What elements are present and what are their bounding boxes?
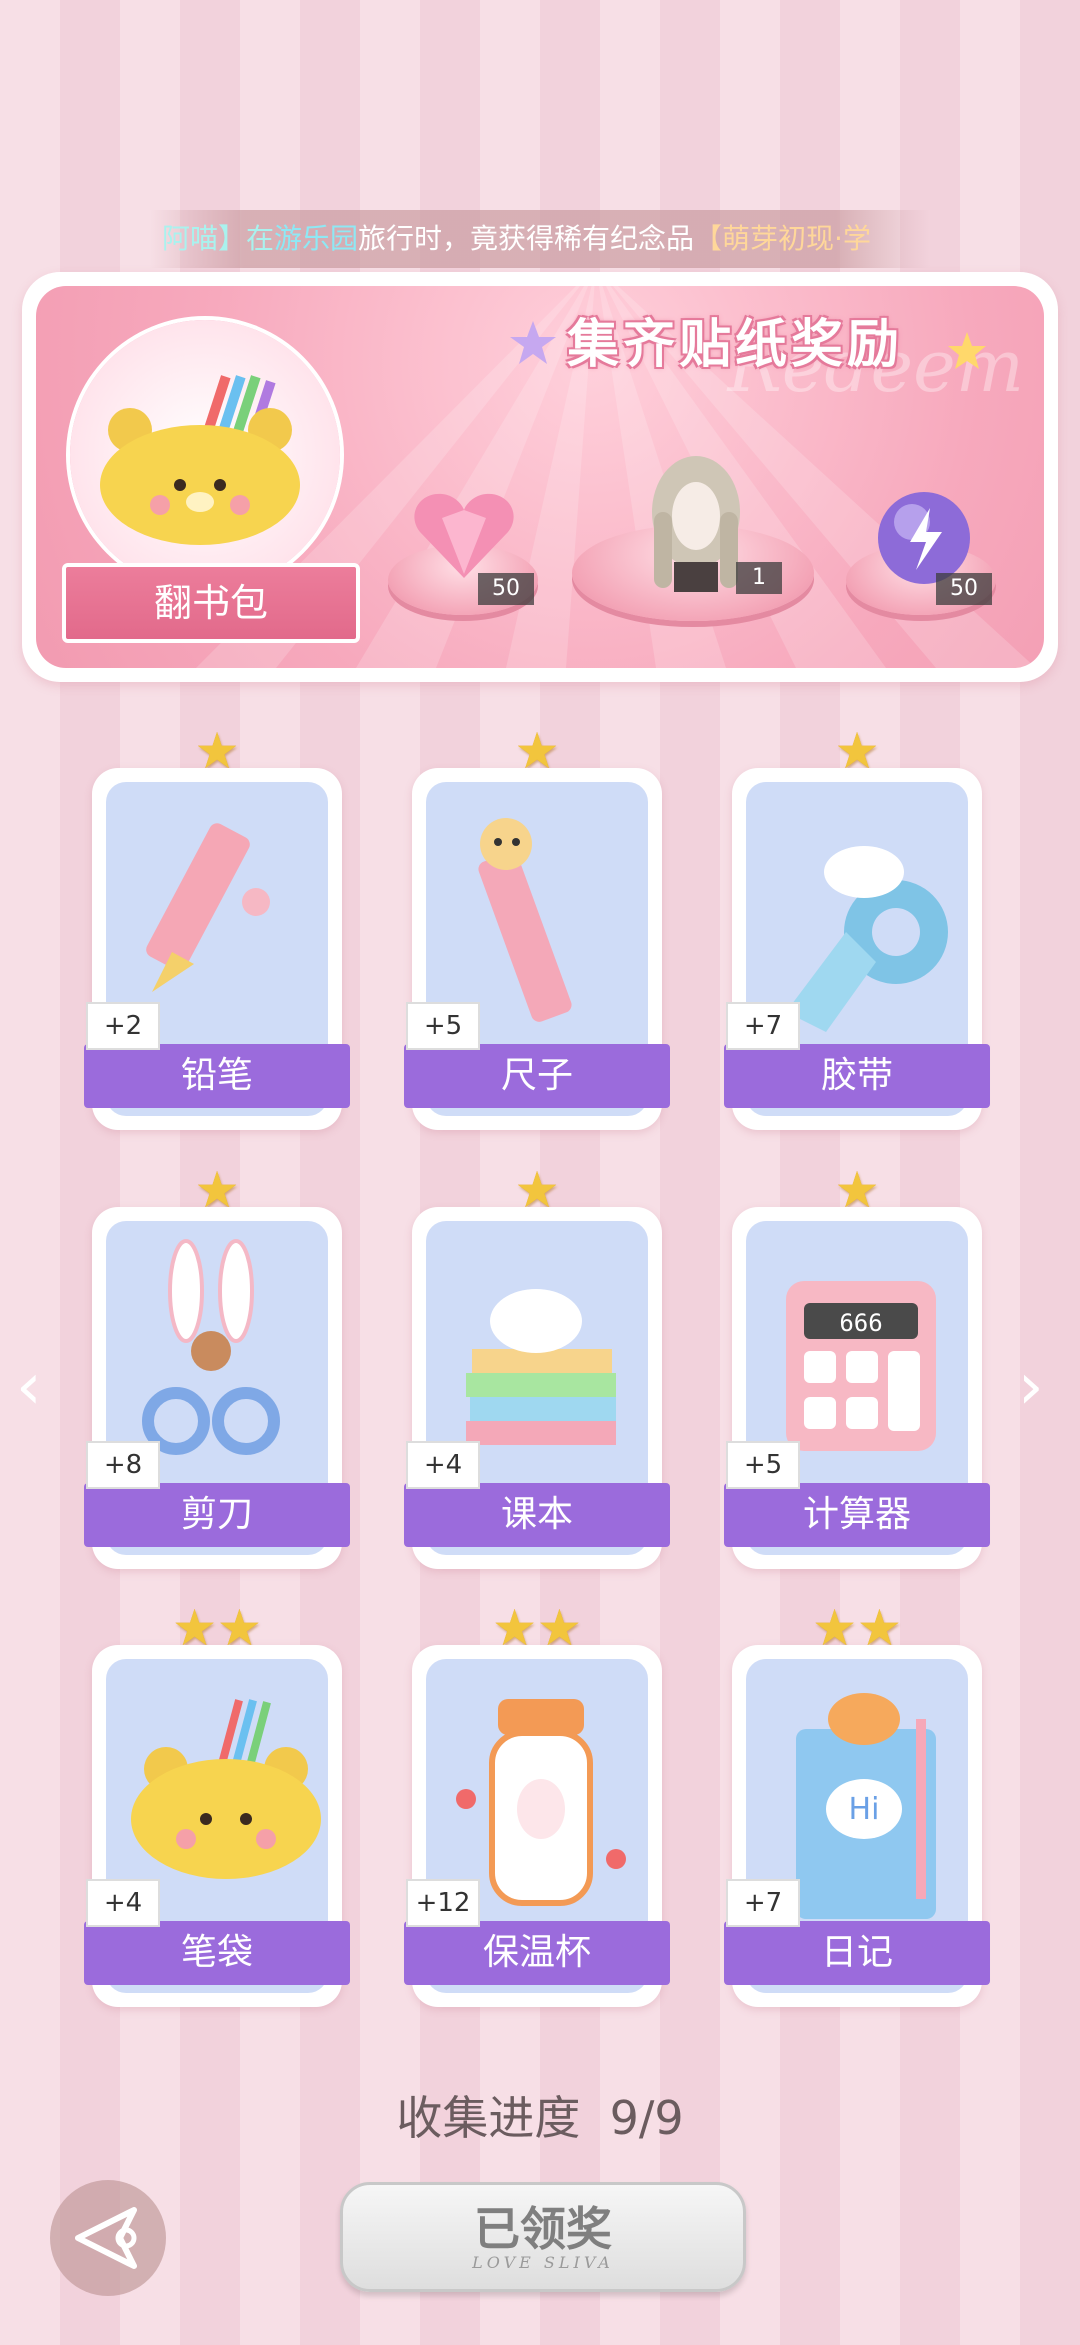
marquee-player: 阿喵】在 [162,222,275,255]
sticker-label: 铅笔 [84,1044,350,1108]
sticker-label: 课本 [404,1483,670,1547]
energy-orb-count: 50 [936,573,992,605]
claimed-button[interactable]: 已领奖 LOVE SLIVA [340,2182,746,2292]
svg-text:Hi: Hi [849,1792,880,1827]
sticker-bonus: +7 [726,1879,800,1927]
sticker-card[interactable]: 铅笔 +2 [84,768,350,1130]
heart-gem-count: 50 [478,573,534,605]
sticker-label: 日记 [724,1921,990,1985]
prev-page-arrow[interactable]: ‹ [16,1355,42,1419]
hairstyle-count: 1 [736,562,782,594]
bag-label: 翻书包 [62,563,360,643]
sticker-card[interactable]: 666 计算器 +5 [724,1207,990,1569]
marquee-item: 【萌芽初现·学 [694,222,871,255]
sticker-label: 尺子 [404,1044,670,1108]
sticker-card[interactable]: 胶带 +7 [724,768,990,1130]
progress-label: 收集进度 [396,2091,581,2145]
sticker-bonus: +5 [406,1002,480,1050]
claimed-subtitle: LOVE SLIVA [472,2253,614,2272]
sticker-card[interactable]: 尺子 +5 [404,768,670,1130]
marquee-location: 游乐园 [274,222,359,255]
sticker-label: 保温杯 [404,1921,670,1985]
pencil-case-reward-icon[interactable] [70,320,340,590]
back-button[interactable] [50,2180,166,2296]
sticker-label: 胶带 [724,1044,990,1108]
reward-title: 集齐贴纸奖励 [566,315,903,375]
sticker-label: 计算器 [724,1483,990,1547]
sticker-card[interactable]: 剪刀 +8 [84,1207,350,1569]
sticker-bonus: +4 [406,1441,480,1489]
sticker-card[interactable]: 课本 +4 [404,1207,670,1569]
back-arrow-icon [75,2207,137,2269]
svg-text:666: 666 [839,1309,882,1337]
sticker-card[interactable]: 保温杯 +12 [404,1645,670,2007]
yellow-star-icon [948,332,986,369]
sticker-bonus: +5 [726,1441,800,1489]
sticker-card[interactable]: 笔袋 +4 [84,1645,350,2007]
sticker-bonus: +8 [86,1441,160,1489]
progress-value: 9/9 [609,2091,684,2145]
sticker-card[interactable]: Hi 日记 +7 [724,1645,990,2007]
sticker-bonus: +12 [406,1879,480,1927]
collection-progress: 收集进度 9/9 [0,2082,1080,2148]
sticker-bonus: +2 [86,1002,160,1050]
sticker-bonus: +7 [726,1002,800,1050]
next-page-arrow[interactable]: › [1018,1355,1044,1419]
broadcast-marquee: 阿喵】在游乐园旅行时，竟获得稀有纪念品【萌芽初现·学 [150,210,930,268]
sticker-label: 笔袋 [84,1921,350,1985]
heart-gem-icon[interactable] [412,488,516,584]
sticker-bonus: +4 [86,1879,160,1927]
sticker-label: 剪刀 [84,1483,350,1547]
marquee-text: 旅行时，竟获得稀有纪念品 [358,222,695,255]
claimed-label: 已领奖 [474,2202,612,2256]
